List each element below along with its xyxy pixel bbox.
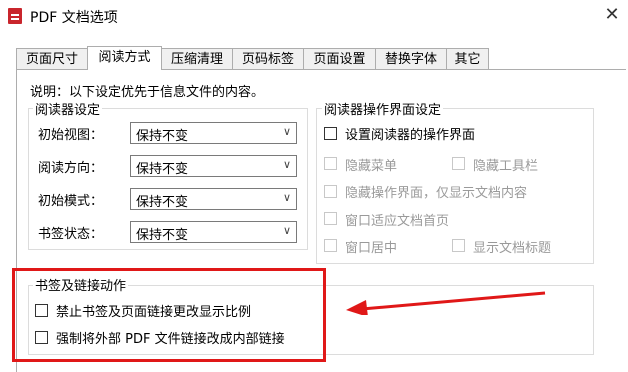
reader-settings-title: 阅读器设定 [33, 99, 103, 118]
fit-window-label: 窗口适应文档首页 [345, 214, 450, 229]
reading-direction-label: 阅读方向： [38, 161, 104, 176]
hide-menu-label: 隐藏菜单 [345, 159, 398, 174]
tab-page-size[interactable]: 页面尺寸 [16, 48, 88, 69]
hide-ui-label: 隐藏操作界面，仅显示文档内容 [345, 186, 528, 201]
hide-menu-checkbox[interactable] [324, 157, 337, 170]
initial-mode-select[interactable]: 保持不变 ∨ [130, 188, 297, 210]
reader-ui-title: 阅读器操作界面设定 [322, 99, 444, 118]
highlight-box [12, 268, 326, 362]
chevron-down-icon: ∨ [282, 125, 291, 138]
bookmark-state-select[interactable]: 保持不变 ∨ [130, 221, 297, 243]
hide-ui-checkbox[interactable] [324, 185, 337, 198]
chevron-down-icon: ∨ [282, 224, 291, 237]
chevron-down-icon: ∨ [282, 158, 291, 171]
tab-replace-fonts[interactable]: 替换字体 [375, 48, 447, 69]
center-window-checkbox[interactable] [324, 239, 337, 252]
tab-other[interactable]: 其它 [446, 48, 489, 69]
annotation-arrow-icon [346, 291, 546, 315]
tab-page-labels[interactable]: 页码标签 [232, 48, 304, 69]
chevron-down-icon: ∨ [282, 191, 291, 204]
fit-window-checkbox[interactable] [324, 212, 337, 225]
pdf-app-icon [8, 8, 22, 24]
bookmark-state-label: 书签状态： [38, 227, 104, 242]
close-icon[interactable]: ✕ [600, 2, 624, 28]
reading-direction-select[interactable]: 保持不变 ∨ [130, 155, 297, 177]
hide-toolbar-label: 隐藏工具栏 [473, 159, 539, 174]
tab-compress[interactable]: 压缩清理 [161, 48, 233, 69]
description-text: 说明：以下设定优先于信息文件的内容。 [30, 85, 265, 100]
window-title: PDF 文档选项 [30, 10, 118, 26]
show-title-label: 显示文档标题 [473, 241, 552, 256]
center-window-label: 窗口居中 [345, 241, 398, 256]
hide-toolbar-checkbox[interactable] [452, 157, 465, 170]
tab-reading-mode[interactable]: 阅读方式 [87, 46, 162, 70]
title-bar: PDF 文档选项 ✕ [0, 0, 628, 32]
initial-mode-label: 初始模式： [38, 194, 104, 209]
set-reader-ui-checkbox[interactable] [324, 127, 337, 140]
set-reader-ui-label: 设置阅读器的操作界面 [345, 128, 476, 143]
tab-page-setup[interactable]: 页面设置 [303, 48, 376, 69]
initial-view-label: 初始视图： [38, 128, 104, 143]
show-title-checkbox[interactable] [452, 239, 465, 252]
initial-view-select[interactable]: 保持不变 ∨ [130, 122, 297, 144]
